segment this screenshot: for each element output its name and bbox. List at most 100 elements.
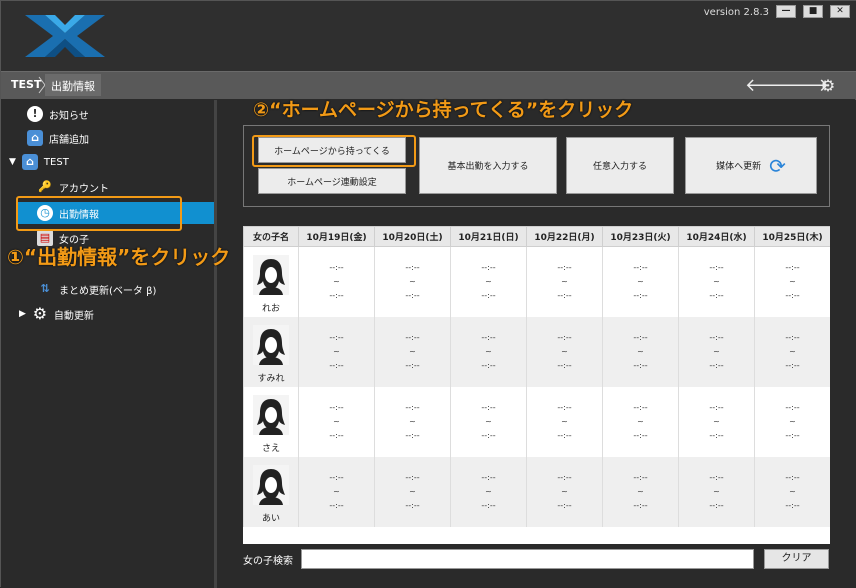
shift-cell[interactable]: --:-- ~ --:--: [526, 246, 603, 317]
column-header-date: 10月21日(日): [450, 226, 527, 247]
shift-cell[interactable]: --:-- ~ --:--: [374, 316, 451, 387]
shift-cell[interactable]: --:-- ~ --:--: [754, 456, 830, 527]
girl-name: れお: [261, 304, 280, 314]
column-header-date: 10月23日(火): [602, 226, 679, 247]
shift-cell[interactable]: --:-- ~ --:--: [678, 246, 755, 317]
table-row: さえ --:-- ~ --:-- --:-- ~ --:-- --:-- ~ --:-- --:--…: [243, 386, 830, 457]
shift-cell[interactable]: --:-- ~ --:--: [374, 386, 451, 457]
sidebar-item-label: まとめ更新(ベータ β): [59, 285, 157, 297]
update-media-button[interactable]: 媒体へ更新 ⟳: [685, 137, 817, 194]
shift-end: --:--: [633, 430, 648, 440]
girl-cell[interactable]: さえ: [243, 386, 299, 457]
shift-cell[interactable]: --:-- ~ --:--: [526, 456, 603, 527]
shift-tilde: ~: [561, 276, 568, 286]
shift-cell[interactable]: --:-- ~ --:--: [374, 456, 451, 527]
shift-cell[interactable]: --:-- ~ --:--: [450, 386, 527, 457]
manual-input-button[interactable]: 任意入力する: [566, 137, 674, 194]
shift-end: --:--: [709, 290, 724, 300]
shift-tilde: ~: [409, 486, 416, 496]
shift-cell[interactable]: --:-- ~ --:--: [678, 386, 755, 457]
search-label: 女の子検索: [243, 556, 293, 567]
shift-cell[interactable]: --:-- ~ --:--: [298, 386, 375, 457]
shift-cell[interactable]: --:-- ~ --:--: [602, 456, 679, 527]
shift-cell[interactable]: --:-- ~ --:--: [450, 456, 527, 527]
girl-name: あい: [261, 513, 280, 524]
shift-cell[interactable]: --:-- ~ --:--: [298, 456, 375, 527]
callout-step1: ①“出勤情報”をクリック: [7, 245, 231, 269]
shift-cell[interactable]: --:-- ~ --:--: [450, 316, 527, 387]
shift-cell[interactable]: --:-- ~ --:--: [298, 316, 375, 387]
close-button[interactable]: ✕: [830, 5, 850, 18]
shift-tilde: ~: [409, 416, 416, 426]
shift-end: --:--: [481, 360, 496, 370]
girl-cell[interactable]: れお: [243, 246, 299, 317]
shift-end: --:--: [557, 430, 572, 440]
shift-start: --:--: [785, 472, 800, 482]
clear-button[interactable]: クリア: [764, 549, 829, 569]
shift-cell[interactable]: --:-- ~ --:--: [678, 456, 755, 527]
search-input[interactable]: [301, 549, 754, 569]
shift-end: --:--: [633, 290, 648, 300]
shift-cell[interactable]: --:-- ~ --:--: [602, 316, 679, 387]
shift-cell[interactable]: --:-- ~ --:--: [754, 386, 830, 457]
gear-icon[interactable]: ⚙: [817, 76, 839, 96]
shift-start: --:--: [481, 332, 496, 342]
shift-cell[interactable]: --:-- ~ --:--: [526, 316, 603, 387]
homepage-settings-button[interactable]: ホームページ連動設定: [258, 168, 406, 194]
shift-start: --:--: [405, 402, 420, 412]
callout-step2: ②“ホームページから持ってくる”をクリック: [253, 99, 634, 121]
maximize-button[interactable]: ■: [803, 5, 823, 18]
shift-end: --:--: [405, 360, 420, 370]
basic-shift-button[interactable]: 基本出勤を入力する: [419, 137, 557, 194]
shift-end: --:--: [709, 430, 724, 440]
shift-cell[interactable]: --:-- ~ --:--: [754, 316, 830, 387]
sidebar-item-label: お知らせ: [49, 110, 89, 122]
shift-cell[interactable]: --:-- ~ --:--: [450, 246, 527, 317]
app-logo: [25, 15, 105, 57]
shift-tilde: ~: [561, 416, 568, 426]
sidebar-item-bulk-update[interactable]: ⇅ まとめ更新(ベータ β): [37, 278, 156, 300]
main-panel: ホームページから持ってくる ホームページ連動設定 基本出勤を入力する 任意入力す…: [217, 100, 856, 588]
shift-cell[interactable]: --:-- ~ --:--: [678, 316, 755, 387]
shift-cell[interactable]: --:-- ~ --:--: [754, 246, 830, 317]
expand-triangle-icon[interactable]: ▼: [9, 157, 16, 167]
sidebar-item-news[interactable]: ! お知らせ: [27, 103, 89, 125]
table-row: れお --:-- ~ --:-- --:-- ~ --:-- --:-- ~ --:-- --:--…: [243, 246, 830, 317]
shift-cell[interactable]: --:-- ~ --:--: [602, 246, 679, 317]
sidebar-item-add-store[interactable]: ⌂ 店舗追加: [27, 127, 89, 149]
shift-tilde: ~: [485, 416, 492, 426]
shift-cell[interactable]: --:-- ~ --:--: [374, 246, 451, 317]
shift-end: --:--: [633, 360, 648, 370]
sidebar-item-auto-update[interactable]: ▶ ⚙ 自動更新: [19, 303, 94, 325]
sidebar-item-test[interactable]: ▼ ⌂ TEST: [9, 151, 69, 173]
version-label: version 2.8.3: [703, 7, 769, 18]
attendance-table: 女の子名 10月19日(金) 10月20日(土) 10月21日(日) 10月22日(月)…: [243, 226, 830, 544]
shift-cell[interactable]: --:-- ~ --:--: [298, 246, 375, 317]
shift-end: --:--: [329, 430, 344, 440]
shift-end: --:--: [633, 500, 648, 510]
girl-cell[interactable]: すみれ: [243, 316, 299, 387]
minimize-button[interactable]: —: [776, 5, 796, 18]
shift-end: --:--: [481, 290, 496, 300]
girl-avatar-icon: [253, 255, 289, 295]
sidebar-item-account[interactable]: 🔑 アカウント: [37, 176, 109, 198]
shift-start: --:--: [709, 472, 724, 482]
shift-tilde: ~: [637, 346, 644, 356]
forward-arrow-icon[interactable]: 🡒: [781, 76, 829, 96]
shift-tilde: ~: [637, 416, 644, 426]
gear-icon: ⚙: [32, 304, 48, 323]
breadcrumb-store[interactable]: TEST: [11, 78, 41, 91]
update-media-label: 媒体へ更新: [716, 162, 762, 172]
girl-cell[interactable]: あい: [243, 456, 299, 527]
sidebar-item-label: 自動更新: [53, 310, 94, 322]
shift-tilde: ~: [485, 346, 492, 356]
shift-cell[interactable]: --:-- ~ --:--: [602, 386, 679, 457]
shift-tilde: ~: [409, 346, 416, 356]
column-header-date: 10月20日(土): [374, 226, 451, 247]
shift-cell[interactable]: --:-- ~ --:--: [526, 386, 603, 457]
shift-start: --:--: [633, 472, 648, 482]
expand-triangle-icon[interactable]: ▶: [19, 309, 26, 319]
shift-start: --:--: [785, 332, 800, 342]
back-arrow-icon[interactable]: 🡐: [745, 76, 793, 96]
shift-end: --:--: [557, 500, 572, 510]
